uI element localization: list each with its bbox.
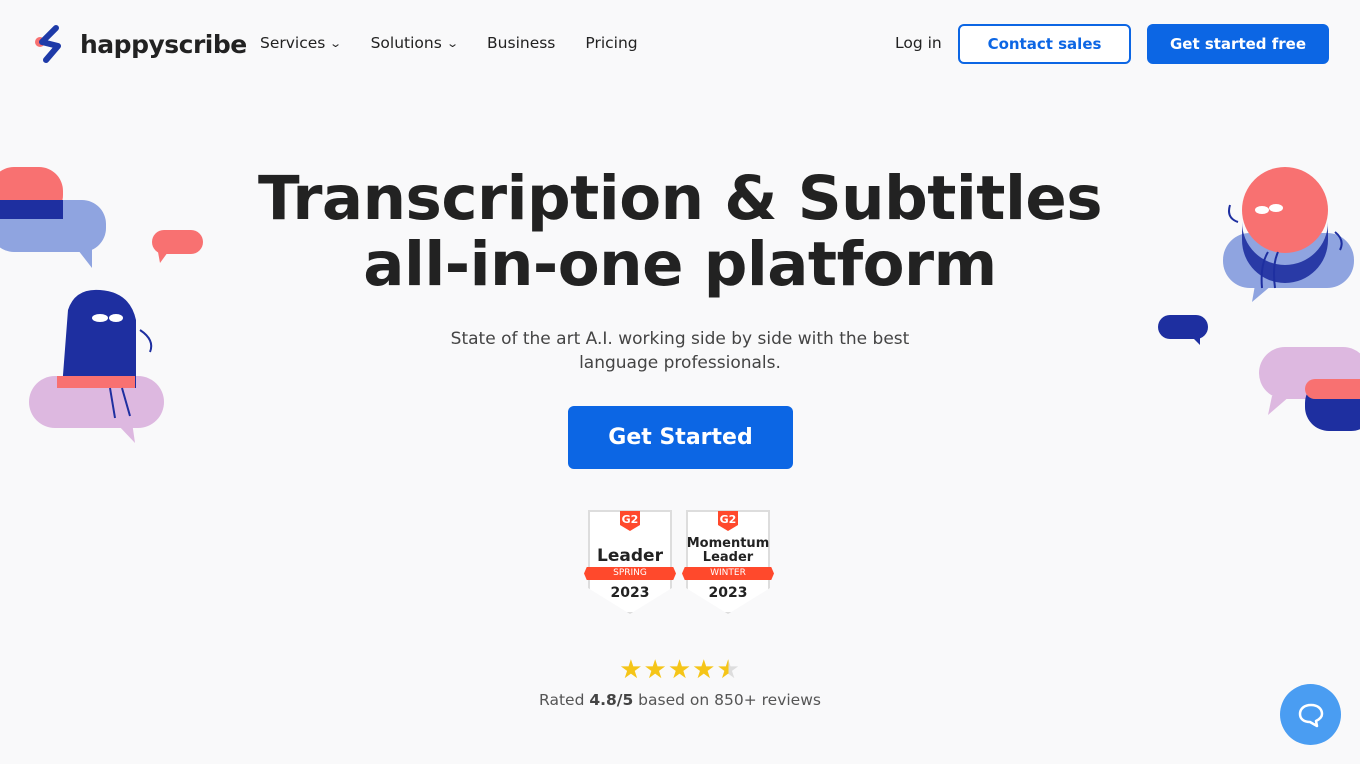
brand-name: happyscribe [80, 29, 247, 59]
get-started-free-button[interactable]: Get started free [1147, 24, 1329, 64]
badge-title-line1: Momentum [686, 536, 770, 551]
chevron-down-icon: ⌄ [329, 36, 343, 50]
nav-business[interactable]: Business [487, 34, 555, 52]
top-nav: happyscribe Services ⌄ Solutions ⌄ Busines… [0, 0, 1360, 88]
g2-badges: G2 Leader SPRING 2023 G2 Momentum Leader… [584, 510, 774, 614]
logo[interactable]: happyscribe [32, 24, 247, 64]
rating-prefix: Rated [539, 691, 590, 709]
chat-bubble-icon [1298, 703, 1323, 727]
badge-season: SPRING [584, 567, 676, 580]
hero-subtitle-line1: State of the art A.I. working side by si… [450, 329, 910, 349]
rating-text: Rated 4.8/5 based on 850+ reviews [0, 691, 1360, 709]
badge-season: WINTER [682, 567, 774, 580]
rating-score: 4.8/5 [589, 691, 634, 709]
nav-services[interactable]: Services ⌄ [260, 34, 343, 52]
nav-services-label: Services [260, 34, 326, 52]
badge-title-line2: Leader [702, 550, 754, 565]
g2-badge-momentum-leader: G2 Momentum Leader WINTER 2023 [682, 510, 774, 614]
hero-subtitle: State of the art A.I. working side by si… [0, 327, 1360, 375]
contact-sales-button[interactable]: Contact sales [958, 24, 1131, 64]
star-icon: ★ [619, 655, 644, 685]
hero-title-line2: all-in-one platform [363, 229, 997, 300]
badge-year: 2023 [708, 585, 748, 601]
chat-widget-button[interactable] [1280, 684, 1341, 745]
nav-solutions-label: Solutions [370, 34, 442, 52]
star-icon: ★ [667, 655, 693, 685]
star-icon: ★ [692, 655, 717, 685]
badge-title: Leader [597, 546, 663, 566]
hero-title-line1: Transcription & Subtitles [257, 163, 1103, 234]
login-link[interactable]: Log in [895, 34, 942, 52]
hero-title: Transcription & Subtitles all-in-one plat… [0, 166, 1360, 298]
half-star-icon: ★ [716, 655, 741, 685]
happyscribe-logo-icon [35, 25, 61, 63]
g2-badge-leader: G2 Leader SPRING 2023 [584, 510, 676, 614]
badge-year: 2023 [610, 585, 650, 601]
chevron-down-icon: ⌄ [445, 36, 459, 50]
rating-suffix: based on 850+ reviews [633, 691, 821, 709]
nav-solutions[interactable]: Solutions ⌄ [370, 34, 459, 52]
get-started-button[interactable]: Get Started [568, 406, 793, 469]
nav-pricing[interactable]: Pricing [585, 34, 637, 52]
star-icon: ★ [643, 655, 668, 685]
hero-subtitle-line2: language professionals. [579, 353, 781, 373]
rating-stars: ★★★★★ [0, 655, 1360, 685]
